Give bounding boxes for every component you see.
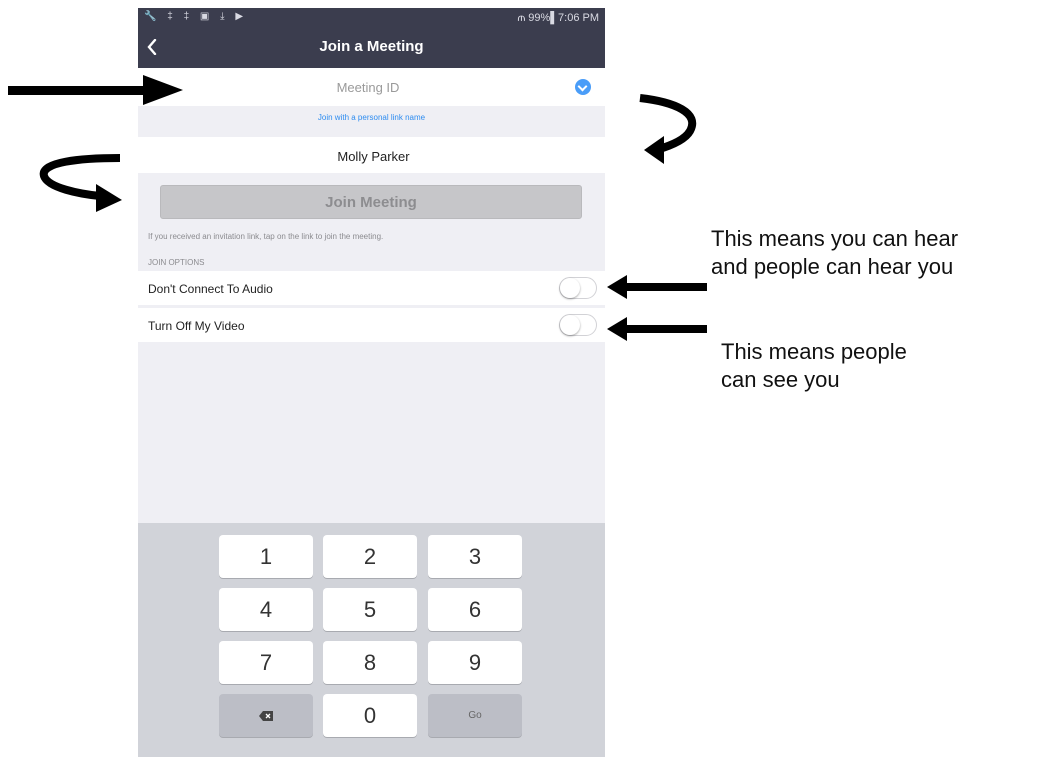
status-icons: 🔧 ‡ ‡ ▣ ⤓ ▶ (144, 11, 248, 22)
join-meeting-button[interactable]: Join Meeting (160, 185, 582, 219)
annotation-line: can see you (721, 367, 840, 392)
key-1[interactable]: 1 (219, 535, 313, 578)
annotation-line: This means people (721, 339, 907, 364)
option-row-audio: Don't Connect To Audio (138, 271, 605, 305)
key-5[interactable]: 5 (323, 588, 417, 631)
annotation-line: This means you can hear (711, 226, 959, 251)
meeting-id-row (138, 68, 605, 106)
name-input[interactable] (138, 137, 605, 175)
key-9[interactable]: 9 (428, 641, 522, 684)
backspace-key[interactable] (219, 694, 313, 737)
personal-link-name-link[interactable]: Join with a personal link name (138, 113, 605, 122)
arrow-left-icon (607, 275, 707, 299)
chevron-down-icon[interactable] (575, 79, 591, 95)
curved-arrow-icon (39, 154, 122, 212)
annotation-line: and people can hear you (711, 254, 954, 279)
curved-arrow-icon (639, 94, 696, 164)
key-6[interactable]: 6 (428, 588, 522, 631)
meeting-id-input[interactable] (138, 68, 578, 106)
annotation-audio: This means you can hear and people can h… (711, 225, 958, 281)
key-7[interactable]: 7 (219, 641, 313, 684)
page-title: Join a Meeting (319, 38, 424, 55)
video-toggle[interactable] (559, 314, 597, 336)
go-key[interactable]: Go (428, 694, 522, 737)
arrow-right-icon (8, 75, 183, 105)
nav-bar: Join a Meeting (138, 28, 605, 68)
numeric-keypad: 1 2 3 4 5 6 7 8 9 0 Go (138, 523, 605, 757)
key-3[interactable]: 3 (428, 535, 522, 578)
name-row (138, 137, 605, 175)
toggle-knob (560, 278, 580, 298)
key-8[interactable]: 8 (323, 641, 417, 684)
status-bar: 🔧 ‡ ‡ ▣ ⤓ ▶ ⫙ 99%▌7:06 PM (138, 8, 605, 28)
option-row-video: Turn Off My Video (138, 308, 605, 342)
audio-toggle[interactable] (559, 277, 597, 299)
join-options-heading: JOIN OPTIONS (148, 258, 205, 267)
toggle-knob (560, 315, 580, 335)
backspace-icon (259, 710, 273, 721)
option-label-video: Turn Off My Video (148, 319, 245, 333)
annotation-video: This means people can see you (721, 338, 907, 394)
phone-screen: 🔧 ‡ ‡ ▣ ⤓ ▶ ⫙ 99%▌7:06 PM Join a Meeting… (138, 8, 605, 757)
status-time-battery: ⫙ 99%▌7:06 PM (517, 12, 600, 24)
key-0[interactable]: 0 (323, 694, 417, 737)
key-4[interactable]: 4 (219, 588, 313, 631)
arrow-left-icon (607, 317, 707, 341)
invitation-hint: If you received an invitation link, tap … (148, 232, 384, 241)
option-label-audio: Don't Connect To Audio (148, 282, 273, 296)
key-2[interactable]: 2 (323, 535, 417, 578)
